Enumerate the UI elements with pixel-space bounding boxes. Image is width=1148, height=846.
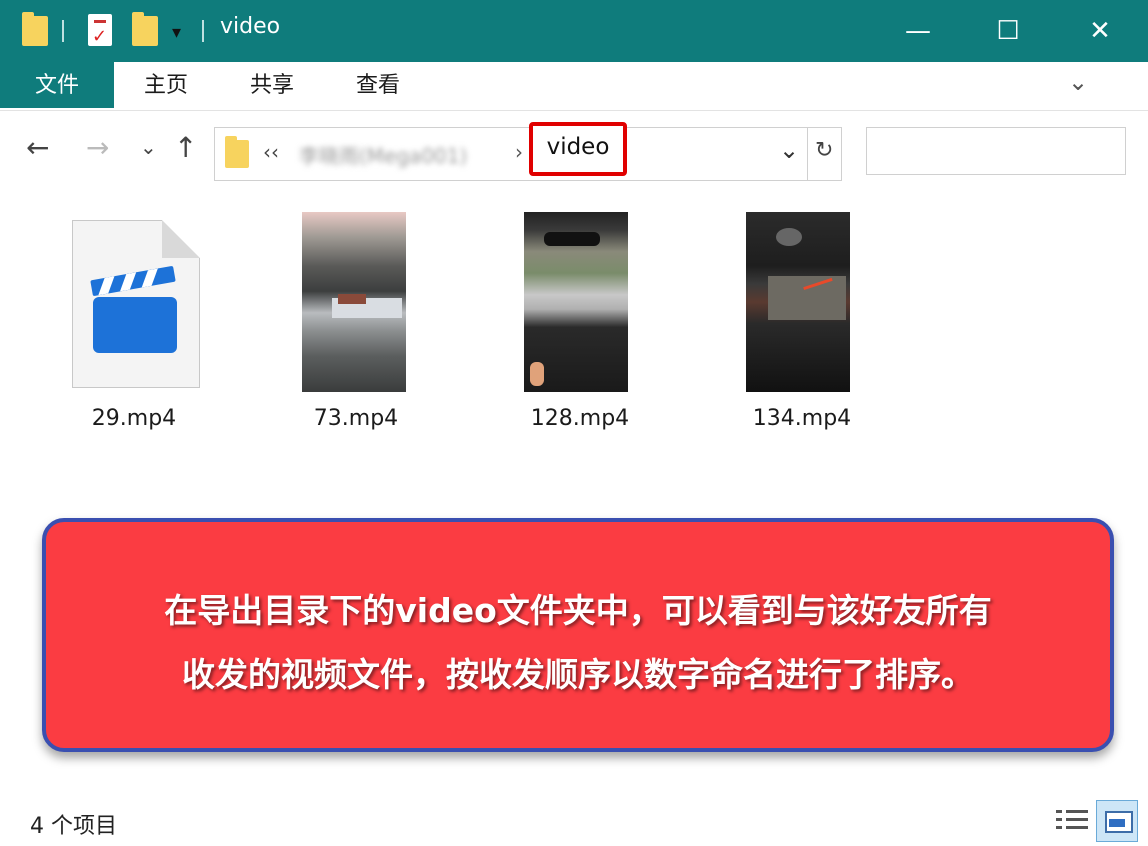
refresh-icon[interactable]: ↻: [815, 138, 833, 163]
callout-line-1: 在导出目录下的video文件夹中，可以看到与该好友所有: [164, 591, 992, 630]
tab-share[interactable]: 共享: [220, 62, 324, 108]
window-title: video: [220, 14, 281, 39]
toolbar-separator: [202, 20, 204, 42]
recent-locations-button[interactable]: ⌄: [140, 135, 157, 159]
maximize-button[interactable]: ☐: [962, 0, 1054, 62]
breadcrumb-current-highlight: video: [529, 122, 627, 176]
file-name: 134.mp4: [752, 406, 852, 431]
address-bar[interactable]: ‹‹ 李晓雨(Mega001) › video ⌄ ↻: [214, 122, 842, 181]
ribbon-expand-icon[interactable]: ⌄: [1068, 68, 1088, 96]
status-bar: 4 个项目: [0, 800, 1148, 846]
breadcrumb-current[interactable]: video: [533, 134, 623, 160]
tab-view[interactable]: 查看: [326, 62, 430, 108]
ribbon-tab-bar: 文件 主页 共享 查看 ⌄: [0, 62, 1148, 111]
properties-icon[interactable]: ✓: [88, 14, 112, 46]
back-button[interactable]: ←: [26, 131, 49, 164]
video-thumbnail: [302, 212, 406, 392]
toolbar-separator: [62, 20, 64, 42]
search-input[interactable]: [866, 127, 1126, 175]
file-name: 128.mp4: [530, 406, 630, 431]
annotation-callout: 在导出目录下的video文件夹中，可以看到与该好友所有 收发的视频文件，按收发顺…: [42, 518, 1114, 752]
details-view-icon[interactable]: [1056, 808, 1088, 834]
address-divider: [807, 128, 808, 180]
item-count: 4 个项目: [30, 814, 117, 839]
callout-line-2: 收发的视频文件，按收发顺序以数字命名进行了排序。: [182, 655, 974, 694]
navigation-bar: ← → ⌄ ↑ ‹‹ 李晓雨(Mega001) › video ⌄ ↻: [0, 111, 1148, 189]
up-button[interactable]: ↑: [174, 131, 197, 164]
minimize-button[interactable]: —: [872, 0, 964, 62]
customize-toolbar-dropdown-icon[interactable]: ▾: [172, 22, 181, 43]
path-overflow[interactable]: ‹‹: [263, 140, 279, 164]
close-button[interactable]: ✕: [1054, 0, 1146, 62]
title-bar: ✓ ▾ video — ☐ ✕: [0, 0, 1148, 62]
breadcrumb-separator[interactable]: ›: [515, 140, 523, 164]
tab-file[interactable]: 文件: [0, 62, 114, 108]
address-dropdown-icon[interactable]: ⌄: [779, 136, 799, 164]
video-thumbnail: [746, 212, 850, 392]
forward-button[interactable]: →: [86, 131, 109, 164]
video-file-icon: [72, 220, 200, 388]
new-folder-icon[interactable]: [132, 12, 158, 46]
breadcrumb-parent[interactable]: 李晓雨(Mega001): [299, 140, 467, 169]
folder-icon[interactable]: [22, 12, 48, 46]
folder-icon: [225, 136, 249, 168]
large-icons-view-icon[interactable]: [1096, 800, 1138, 842]
file-name: 73.mp4: [313, 406, 399, 431]
file-name: 29.mp4: [91, 406, 177, 431]
video-thumbnail: [524, 212, 628, 392]
tab-home[interactable]: 主页: [114, 62, 218, 108]
